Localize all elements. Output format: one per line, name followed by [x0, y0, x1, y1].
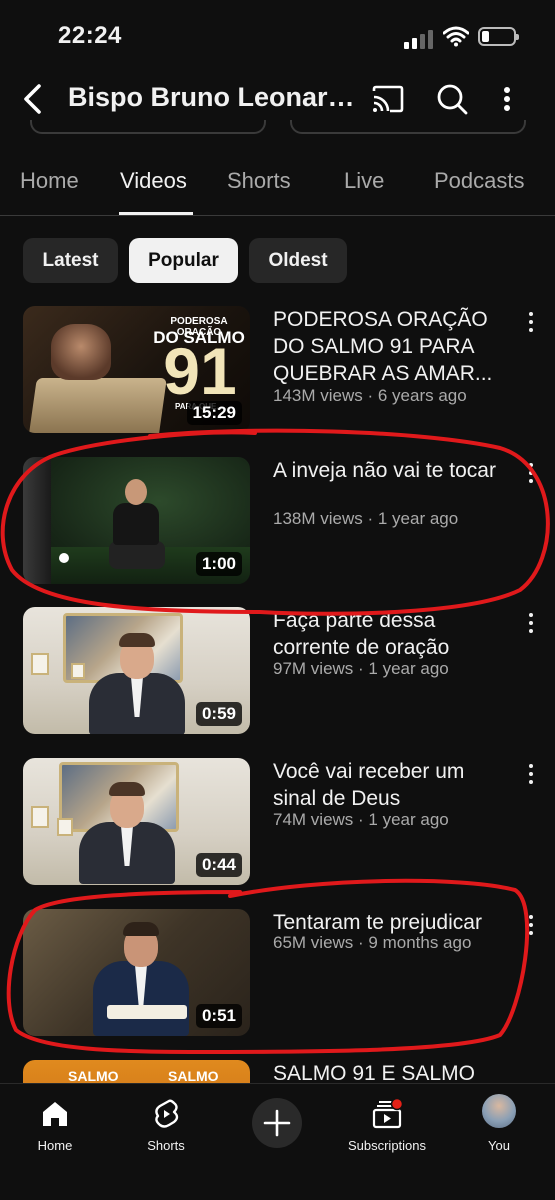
shorts-icon — [155, 1099, 179, 1128]
video-duration: 0:51 — [195, 1004, 242, 1028]
join-button-edge — [290, 120, 526, 134]
home-icon — [43, 1102, 67, 1126]
video-thumbnail[interactable]: 1:00 — [23, 457, 250, 584]
more-vertical-icon[interactable] — [524, 310, 538, 334]
video-meta: 65M views · 9 months ago — [273, 933, 472, 952]
wifi-icon — [443, 26, 469, 47]
back-arrow-icon[interactable] — [18, 82, 48, 116]
video-meta: 97M views · 1 year ago — [273, 659, 449, 678]
video-item[interactable]: 0:59 Faça parte dessa corrente de oração… — [0, 607, 555, 737]
thumbnail-text: SALMO — [68, 1068, 119, 1084]
nav-label: Subscriptions — [347, 1138, 427, 1153]
tab-shorts[interactable]: Shorts — [227, 168, 291, 194]
more-vertical-icon[interactable] — [524, 611, 538, 635]
chip-oldest[interactable]: Oldest — [249, 238, 347, 283]
video-title[interactable]: Faça parte dessa corrente de oração — [273, 607, 513, 661]
battery-icon — [478, 27, 519, 46]
chip-latest[interactable]: Latest — [23, 238, 118, 283]
subscribe-button-edge — [30, 120, 266, 134]
video-item[interactable]: 0:51 Tentaram te prejudicar 65M views · … — [0, 909, 555, 1039]
channel-title: Bispo Bruno Leonardo — [68, 82, 358, 112]
status-bar: 22:24 — [0, 0, 555, 70]
video-thumbnail[interactable]: 0:51 — [23, 909, 250, 1036]
video-item[interactable]: PODEROSA ORAÇÃO DO SALMO 91 PARA QUE... … — [0, 306, 555, 436]
tab-home[interactable]: Home — [20, 168, 79, 194]
nav-home[interactable]: Home — [5, 1092, 105, 1164]
bottom-navigation: Home Shorts Subscriptions You — [0, 1083, 555, 1200]
more-vertical-icon[interactable] — [497, 82, 517, 116]
video-thumbnail[interactable]: 0:44 — [23, 758, 250, 885]
chip-popular[interactable]: Popular — [129, 238, 238, 283]
thumbnail-text: 91 — [163, 334, 237, 408]
search-icon[interactable] — [435, 82, 469, 116]
tab-live[interactable]: Live — [344, 168, 384, 194]
active-tab-indicator — [119, 212, 193, 215]
video-duration: 1:00 — [195, 552, 242, 576]
nav-label: Shorts — [147, 1138, 185, 1153]
thumbnail-text: SALMO — [168, 1068, 219, 1084]
video-title[interactable]: PODEROSA ORAÇÃO DO SALMO 91 PARA QUEBRAR… — [273, 306, 513, 387]
avatar[interactable] — [482, 1094, 516, 1128]
tab-videos[interactable]: Videos — [120, 168, 187, 194]
video-duration: 15:29 — [186, 401, 242, 425]
channel-tabs: Home Videos Shorts Live Podcasts — [0, 158, 555, 216]
video-meta: 138M views · 1 year ago — [273, 509, 459, 528]
cellular-signal-icon — [404, 29, 434, 49]
video-meta: 74M views · 1 year ago — [273, 810, 449, 829]
video-title[interactable]: A inveja não vai te tocar — [273, 457, 513, 484]
tab-podcasts[interactable]: Podcasts — [434, 168, 525, 194]
nav-label: Home — [37, 1138, 73, 1153]
video-item[interactable]: 0:44 Você vai receber um sinal de Deus 7… — [0, 758, 555, 888]
video-thumbnail[interactable]: 0:59 — [23, 607, 250, 734]
cast-icon[interactable] — [371, 82, 405, 116]
video-thumbnail[interactable]: PODEROSA ORAÇÃO DO SALMO 91 PARA QUE... … — [23, 306, 250, 433]
nav-label: You — [488, 1138, 510, 1153]
video-meta: 143M views · 6 years ago — [273, 386, 467, 405]
more-vertical-icon[interactable] — [524, 461, 538, 485]
status-time: 22:24 — [58, 22, 122, 49]
video-item[interactable]: 1:00 A inveja não vai te tocar 138M view… — [0, 457, 555, 587]
more-vertical-icon[interactable] — [524, 762, 538, 786]
create-plus-icon[interactable] — [252, 1098, 302, 1148]
video-duration: 0:59 — [195, 702, 242, 726]
nav-shorts[interactable]: Shorts — [116, 1092, 216, 1164]
video-title[interactable]: Tentaram te prejudicar — [273, 909, 513, 936]
video-title[interactable]: Você vai receber um sinal de Deus — [273, 758, 513, 812]
more-vertical-icon[interactable] — [524, 913, 538, 937]
subscriptions-icon — [372, 1098, 403, 1129]
video-duration: 0:44 — [195, 853, 242, 877]
nav-subscriptions[interactable]: Subscriptions — [337, 1092, 437, 1164]
